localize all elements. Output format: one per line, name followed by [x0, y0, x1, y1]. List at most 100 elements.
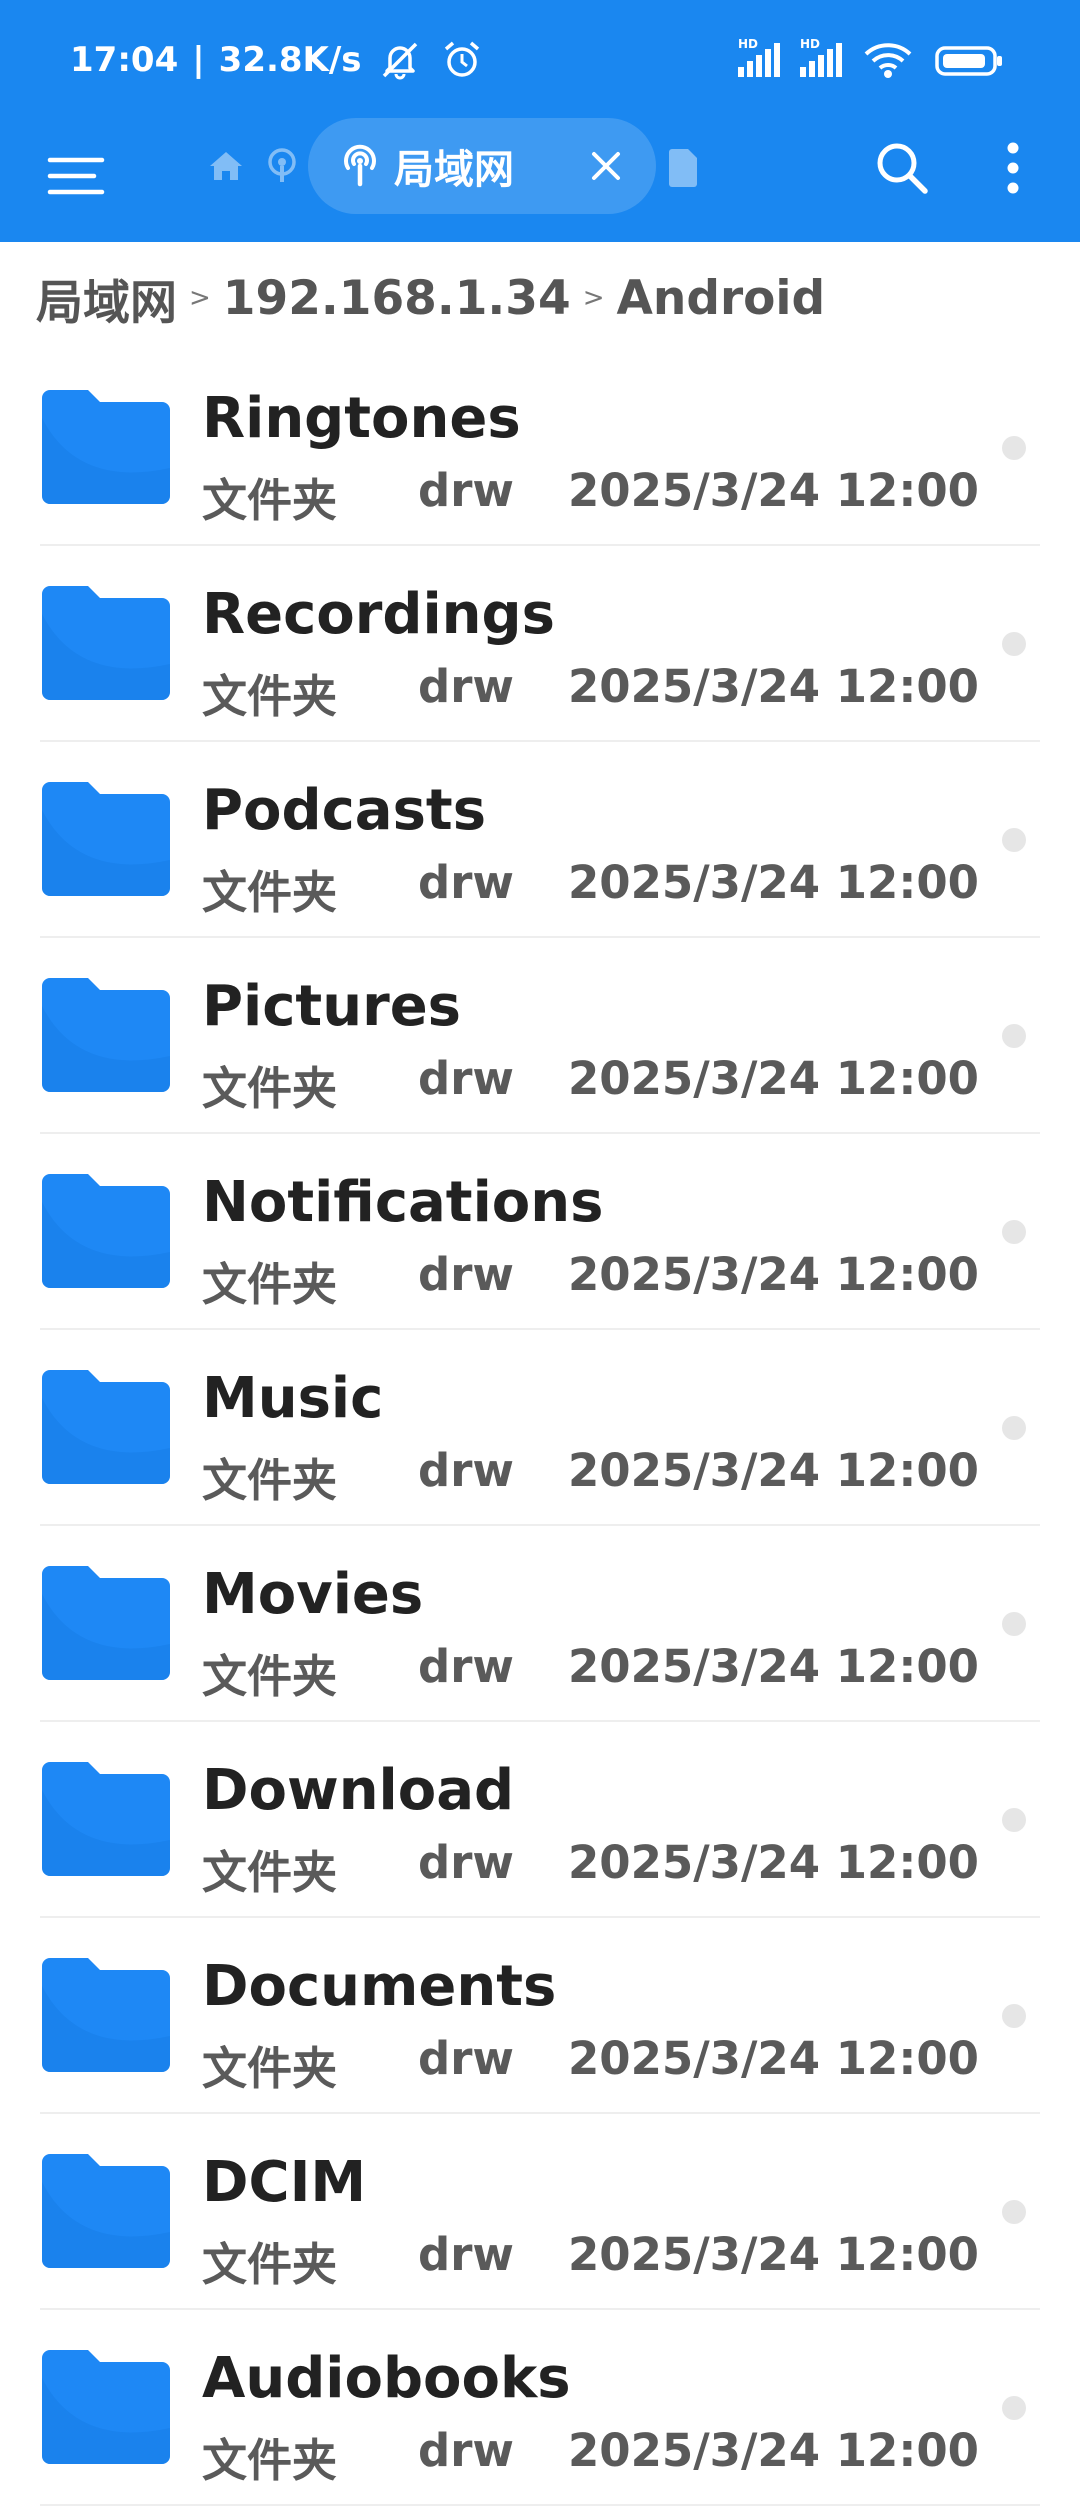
file-type: 文件夹	[202, 670, 338, 723]
select-indicator[interactable]	[1002, 2004, 1026, 2028]
status-time: 17:04	[70, 40, 179, 80]
document-icon[interactable]	[666, 148, 700, 188]
wifi-icon	[864, 43, 912, 78]
breadcrumb-item-lan[interactable]: 局域网	[36, 264, 177, 333]
file-date: 2025/3/24 12:00	[568, 1836, 979, 1889]
select-indicator[interactable]	[1002, 1612, 1026, 1636]
file-type: 文件夹	[202, 2238, 338, 2291]
file-perm: drw	[418, 1836, 514, 1889]
file-row[interactable]: Movies 文件夹 drw 2025/3/24 12:00	[0, 1526, 1080, 1722]
file-type: 文件夹	[202, 2042, 338, 2095]
menu-icon[interactable]	[44, 144, 108, 208]
file-date: 2025/3/24 12:00	[568, 1052, 979, 1105]
select-indicator[interactable]	[1002, 1416, 1026, 1440]
file-type: 文件夹	[202, 1846, 338, 1899]
file-name: Ringtones	[202, 386, 521, 451]
battery-icon	[935, 46, 1002, 76]
alarm-icon	[444, 41, 479, 77]
file-row[interactable]: Notifications 文件夹 drw 2025/3/24 12:00	[0, 1134, 1080, 1330]
file-date: 2025/3/24 12:00	[568, 660, 979, 713]
file-row[interactable]: Audiobooks 文件夹 drw 2025/3/24 12:00	[0, 2310, 1080, 2506]
select-indicator[interactable]	[1002, 1024, 1026, 1048]
bell-off-icon	[382, 42, 417, 80]
breadcrumb-item-current[interactable]: Android	[616, 271, 825, 326]
file-name: DCIM	[202, 2150, 367, 2215]
folder-icon	[42, 782, 170, 896]
file-perm: drw	[418, 2424, 514, 2477]
folder-icon	[42, 1762, 170, 1876]
lan-icon[interactable]	[262, 146, 302, 186]
status-speed: 32.8K/s	[218, 40, 362, 80]
file-row[interactable]: Ringtones 文件夹 drw 2025/3/24 12:00	[0, 350, 1080, 546]
lan-icon	[344, 144, 376, 187]
file-type: 文件夹	[202, 1454, 338, 1507]
home-icon[interactable]	[206, 146, 246, 186]
file-name: Movies	[202, 1562, 424, 1627]
file-row[interactable]: Music 文件夹 drw 2025/3/24 12:00	[0, 1330, 1080, 1526]
file-date: 2025/3/24 12:00	[568, 856, 979, 909]
signal-icon: HD	[738, 37, 780, 77]
file-row[interactable]: Recordings 文件夹 drw 2025/3/24 12:00	[0, 546, 1080, 742]
file-date: 2025/3/24 12:00	[568, 1444, 979, 1497]
select-indicator[interactable]	[1002, 2200, 1026, 2224]
file-type: 文件夹	[202, 474, 338, 527]
file-row[interactable]: DCIM 文件夹 drw 2025/3/24 12:00	[0, 2114, 1080, 2310]
close-icon[interactable]	[586, 146, 626, 186]
breadcrumb: 局域网 > 192.168.1.34 > Android	[36, 268, 825, 331]
file-type: 文件夹	[202, 866, 338, 919]
file-row[interactable]: Download 文件夹 drw 2025/3/24 12:00	[0, 1722, 1080, 1918]
toolbar: 局域网	[0, 118, 1080, 242]
file-type: 文件夹	[202, 1062, 338, 1115]
status-right: HD HD	[738, 36, 1004, 84]
file-perm: drw	[418, 1444, 514, 1497]
file-name: Pictures	[202, 974, 461, 1039]
select-indicator[interactable]	[1002, 632, 1026, 656]
file-perm: drw	[418, 464, 514, 517]
select-indicator[interactable]	[1002, 1220, 1026, 1244]
file-row[interactable]: Podcasts 文件夹 drw 2025/3/24 12:00	[0, 742, 1080, 938]
file-name: Music	[202, 1366, 384, 1431]
top-bar: 17:04 | 32.8K/s HD HD 局域网	[0, 0, 1080, 242]
file-perm: drw	[418, 2032, 514, 2085]
signal-icon-2: HD	[800, 37, 842, 77]
file-row[interactable]: Documents 文件夹 drw 2025/3/24 12:00	[0, 1918, 1080, 2114]
select-indicator[interactable]	[1002, 436, 1026, 460]
select-indicator[interactable]	[1002, 828, 1026, 852]
breadcrumb-item-host[interactable]: 192.168.1.34	[223, 271, 571, 326]
folder-icon	[42, 1174, 170, 1288]
file-date: 2025/3/24 12:00	[568, 2032, 979, 2085]
folder-icon	[42, 978, 170, 1092]
file-name: Download	[202, 1758, 515, 1823]
file-perm: drw	[418, 1640, 514, 1693]
folder-icon	[42, 1958, 170, 2072]
tab-lan[interactable]: 局域网	[308, 118, 656, 214]
file-name: Notifications	[202, 1170, 604, 1235]
breadcrumb-separator: >	[189, 283, 211, 313]
folder-icon	[42, 2350, 170, 2464]
file-list: Ringtones 文件夹 drw 2025/3/24 12:00 Recordings…	[0, 350, 1080, 2506]
folder-icon	[42, 2154, 170, 2268]
status-left: 17:04 | 32.8K/s	[70, 36, 486, 84]
file-type: 文件夹	[202, 1258, 338, 1311]
file-perm: drw	[418, 660, 514, 713]
file-perm: drw	[418, 856, 514, 909]
file-date: 2025/3/24 12:00	[568, 2228, 979, 2281]
file-perm: drw	[418, 2228, 514, 2281]
file-type: 文件夹	[202, 2434, 338, 2487]
folder-icon	[42, 586, 170, 700]
file-name: Documents	[202, 1954, 557, 2019]
folder-icon	[42, 1566, 170, 1680]
status-divider: |	[192, 40, 205, 80]
file-perm: drw	[418, 1052, 514, 1105]
status-bar: 17:04 | 32.8K/s HD HD	[0, 0, 1080, 118]
file-perm: drw	[418, 1248, 514, 1301]
more-vertical-icon[interactable]	[988, 138, 1038, 198]
search-icon[interactable]	[872, 138, 932, 198]
file-date: 2025/3/24 12:00	[568, 1248, 979, 1301]
file-type: 文件夹	[202, 1650, 338, 1703]
file-row[interactable]: Pictures 文件夹 drw 2025/3/24 12:00	[0, 938, 1080, 1134]
tab-label: 局域网	[394, 147, 514, 193]
file-name: Podcasts	[202, 778, 487, 843]
select-indicator[interactable]	[1002, 1808, 1026, 1832]
file-name: Audiobooks	[202, 2346, 571, 2411]
